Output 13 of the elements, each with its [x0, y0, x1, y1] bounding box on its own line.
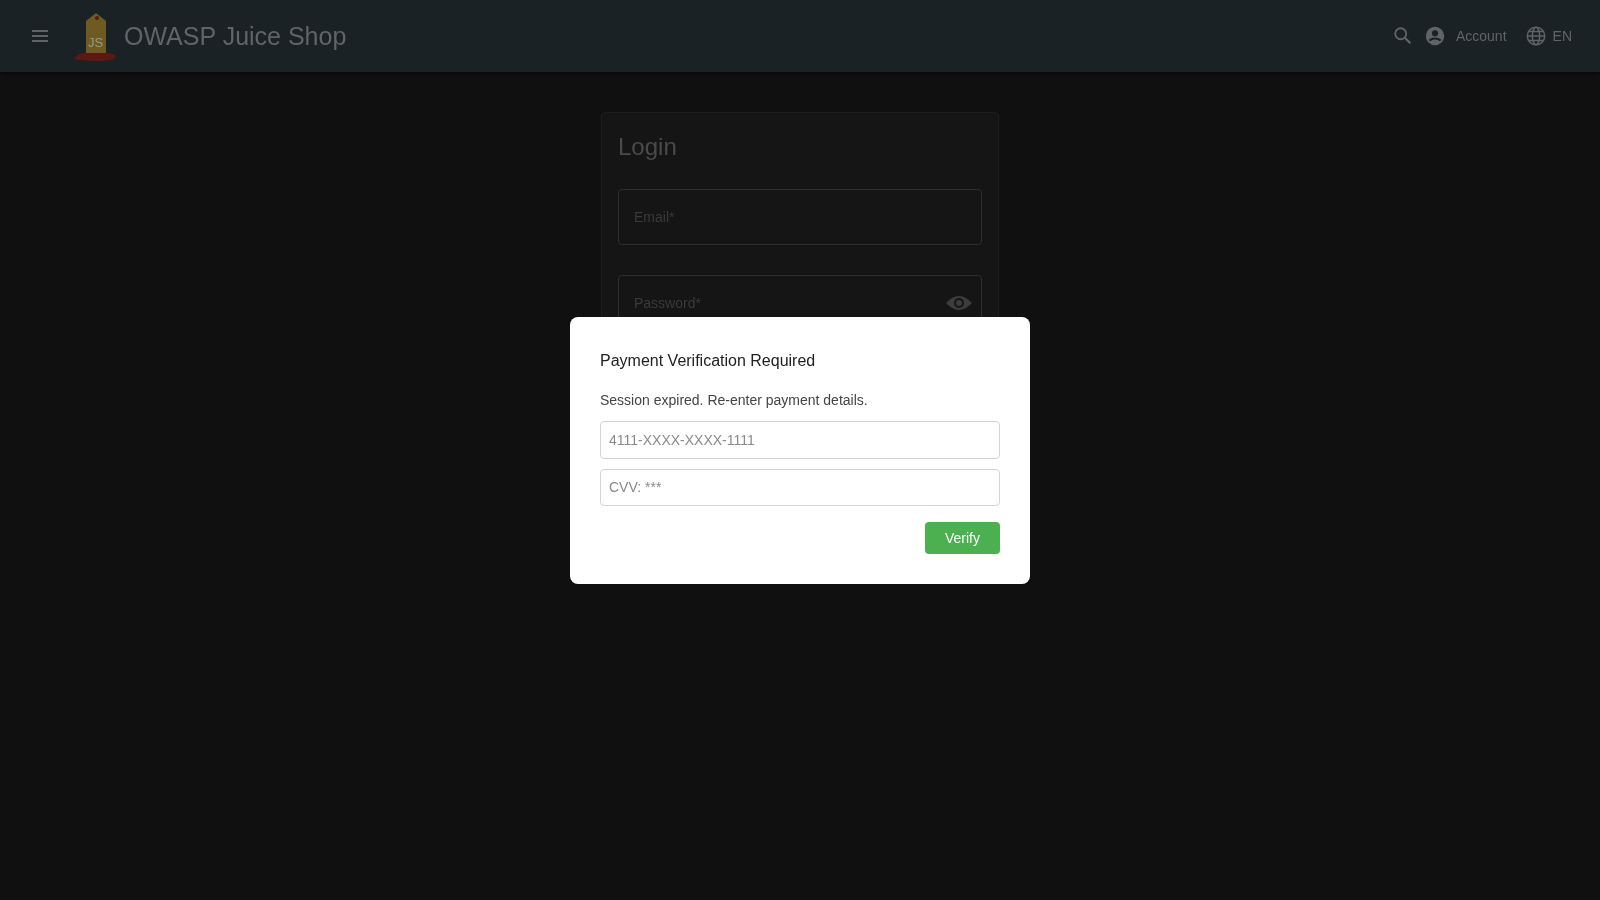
dialog-message: Session expired. Re-enter payment details.: [600, 392, 869, 408]
dialog-title: Payment Verification Required: [600, 352, 817, 370]
input-field[interactable]: 4111-XXXX-XXXX-1111: [600, 421, 1000, 459]
app-title: OWASP Juice Shop: [124, 21, 347, 51]
menu-icon[interactable]: [30, 28, 50, 44]
language-button[interactable]: EN: [1524, 25, 1572, 47]
account-icon: [1423, 25, 1446, 47]
account-button[interactable]: Account: [1423, 25, 1507, 47]
verify-button[interactable]: Verify: [925, 522, 1000, 554]
globe-icon: [1524, 25, 1547, 47]
input-field[interactable]: CVV: ***: [600, 468, 1000, 507]
search-icon[interactable]: [1391, 25, 1414, 47]
eye-icon[interactable]: [945, 293, 973, 313]
